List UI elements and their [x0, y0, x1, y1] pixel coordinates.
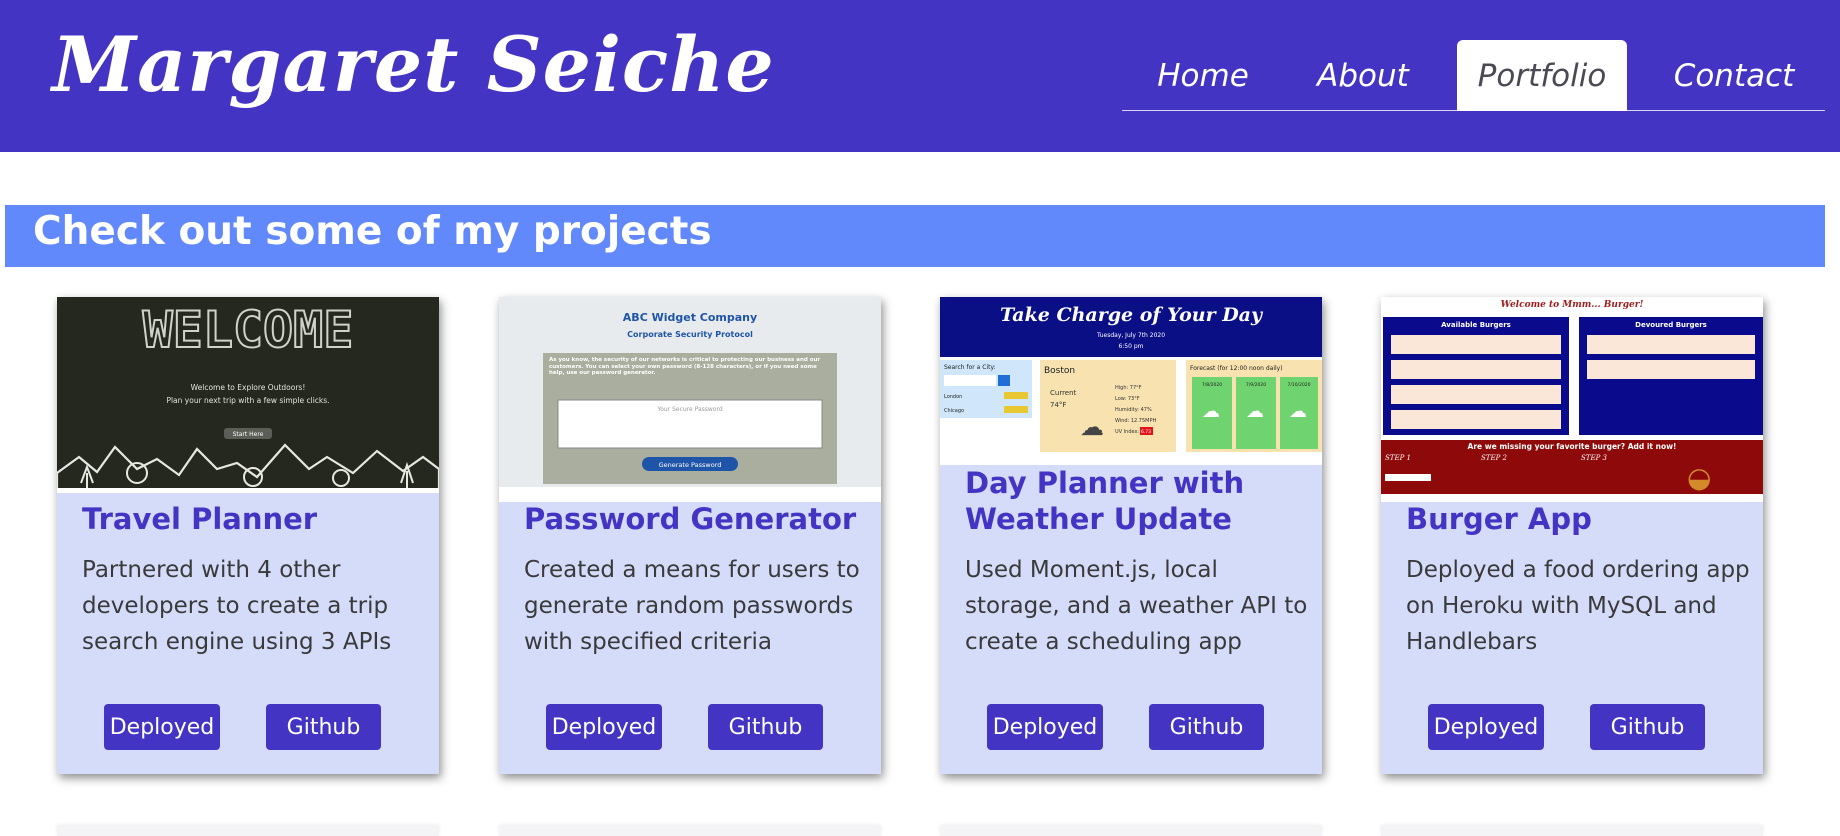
search-label: Search for a City:: [944, 364, 996, 371]
company-subtitle: Corporate Security Protocol: [627, 330, 753, 339]
project-screenshot: WELCOME Welcome to Explore Outdoors! Pla…: [57, 297, 439, 493]
brand-logo[interactable]: Margaret Seiche: [52, 20, 775, 109]
city-button-shape: [1004, 392, 1028, 399]
available-title: Available Burgers: [1441, 321, 1511, 329]
deployed-button[interactable]: Deployed: [546, 704, 662, 750]
project-title: Travel Planner: [82, 502, 318, 536]
image-bottom-edge: [57, 488, 439, 493]
devoured-title: Devoured Burgers: [1635, 321, 1707, 329]
nav-portfolio[interactable]: Portfolio: [1457, 40, 1627, 111]
planner-heading: Take Charge of Your Day: [1000, 304, 1264, 326]
nav-home[interactable]: Home: [1118, 40, 1288, 111]
welcome-line-2: Plan your next trip with a few simple cl…: [166, 396, 329, 405]
welcome-line-1: Welcome to Explore Outdoors!: [191, 383, 306, 392]
project-screenshot: Take Charge of Your Day Tuesday, July 7t…: [940, 297, 1322, 465]
forecast-date: 7/8/2020: [1202, 382, 1222, 388]
project-title: Password Generator: [524, 502, 857, 536]
project-card-day-planner: Take Charge of Your Day Tuesday, July 7t…: [940, 297, 1322, 774]
generate-button-label: Generate Password: [659, 461, 722, 469]
burger-row: [1391, 360, 1561, 379]
project-description: Deployed a food ordering app on Heroku w…: [1406, 557, 1750, 655]
forecast-date: 7/10/2020: [1287, 382, 1310, 388]
next-row-card: [1381, 826, 1763, 836]
cloud-icon: ☁: [1289, 401, 1307, 422]
section-title: Check out some of my projects: [33, 209, 712, 254]
burger-row: [1391, 410, 1561, 429]
uv-value: 6.73: [1141, 429, 1151, 435]
next-row-card: [499, 826, 881, 836]
project-description: Used Moment.js, local storage, and a wea…: [965, 557, 1308, 655]
burger-row: [1391, 335, 1561, 354]
panel-text-box: As you know, the security of our network…: [549, 357, 821, 376]
burger-icon: ◒: [1687, 461, 1711, 494]
weather-wind: Wind: 12.75MPH: [1115, 418, 1156, 424]
burger-row: [1587, 335, 1755, 354]
weather-temp: 74°F: [1050, 401, 1066, 409]
day-planner-screenshot: Take Charge of Your Day Tuesday, July 7t…: [940, 297, 1322, 452]
start-button-label: Start Here: [233, 431, 264, 438]
project-card-travel-planner: WELCOME Welcome to Explore Outdoors! Pla…: [57, 297, 439, 774]
project-description: Partnered with 4 other developers to cre…: [82, 557, 392, 655]
password-placeholder: Your Secure Password: [656, 406, 722, 413]
image-bottom-edge: [499, 487, 881, 502]
tree-outline: [243, 467, 263, 487]
password-generator-screenshot: ABC Widget Company Corporate Security Pr…: [499, 311, 881, 502]
deployed-button[interactable]: Deployed: [987, 704, 1103, 750]
city-button-shape: [1004, 406, 1028, 413]
site-header: Margaret Seiche Home About Portfolio Con…: [0, 0, 1840, 152]
weather-humidity: Humidity: 47%: [1115, 407, 1152, 413]
burger-name-input: [1385, 474, 1431, 481]
weather-current-label: Current: [1050, 389, 1077, 397]
section-banner: Check out some of my projects: [5, 205, 1825, 267]
planner-date: Tuesday, July 7th 2020: [1096, 332, 1165, 339]
panel-text: As you know, the security of our network…: [549, 357, 821, 376]
search-field-shape: [944, 375, 996, 386]
welcome-heading: WELCOME: [143, 301, 354, 359]
city-london: London: [944, 394, 962, 400]
nav-contact[interactable]: Contact: [1649, 40, 1819, 111]
cloud-icon: ☁: [1080, 413, 1104, 441]
weather-uv-label: UV Index:: [1115, 429, 1139, 435]
tree-outline: [332, 469, 350, 487]
project-card-password-generator: ABC Widget Company Corporate Security Pr…: [499, 297, 881, 774]
city-chicago: Chicago: [944, 408, 964, 414]
company-name: ABC Widget Company: [623, 311, 757, 324]
add-burger-cta: Are we missing your favorite burger? Add…: [1468, 442, 1677, 451]
weather-low: Low: 73°F: [1115, 396, 1140, 402]
deployed-button[interactable]: Deployed: [104, 704, 220, 750]
forecast-date: 7/9/2020: [1246, 382, 1266, 388]
project-screenshot: Welcome to Mmm... Burger! Available Burg…: [1381, 297, 1763, 502]
tree-outline: [126, 462, 148, 484]
nav-about[interactable]: About: [1278, 40, 1448, 111]
project-title: Day Planner with Weather Update: [965, 466, 1245, 536]
next-row-card: [57, 826, 439, 836]
github-button[interactable]: Github: [1590, 704, 1705, 750]
step-2: STEP 2: [1481, 454, 1508, 462]
forecast-label: Forecast (for 12:00 noon daily): [1190, 365, 1283, 372]
cloud-icon: ☁: [1202, 401, 1220, 422]
github-button[interactable]: Github: [708, 704, 823, 750]
burger-row: [1391, 385, 1561, 404]
weather-city: Boston: [1044, 366, 1075, 376]
github-button[interactable]: Github: [1149, 704, 1264, 750]
project-screenshot: ABC Widget Company Corporate Security Pr…: [499, 297, 881, 502]
project-description: Created a means for users to generate ra…: [524, 557, 860, 655]
next-row-card: [940, 826, 1322, 836]
step-1: STEP 1: [1385, 454, 1411, 462]
deployed-button[interactable]: Deployed: [1428, 704, 1544, 750]
project-title: Burger App: [1406, 502, 1592, 536]
search-icon: [998, 375, 1010, 386]
burger-app-screenshot: Welcome to Mmm... Burger! Available Burg…: [1381, 300, 1763, 494]
burger-heading: Welcome to Mmm... Burger!: [1501, 300, 1644, 310]
cloud-icon: ☁: [1246, 401, 1264, 422]
weather-high: High: 77°F: [1115, 385, 1142, 391]
burger-row: [1587, 360, 1755, 379]
project-card-burger-app: Welcome to Mmm... Burger! Available Burg…: [1381, 297, 1763, 774]
github-button[interactable]: Github: [266, 704, 381, 750]
planner-time: 6:50 pm: [1118, 343, 1143, 350]
step-3: STEP 3: [1581, 454, 1608, 462]
travel-planner-screenshot: WELCOME Welcome to Explore Outdoors! Pla…: [57, 300, 439, 493]
